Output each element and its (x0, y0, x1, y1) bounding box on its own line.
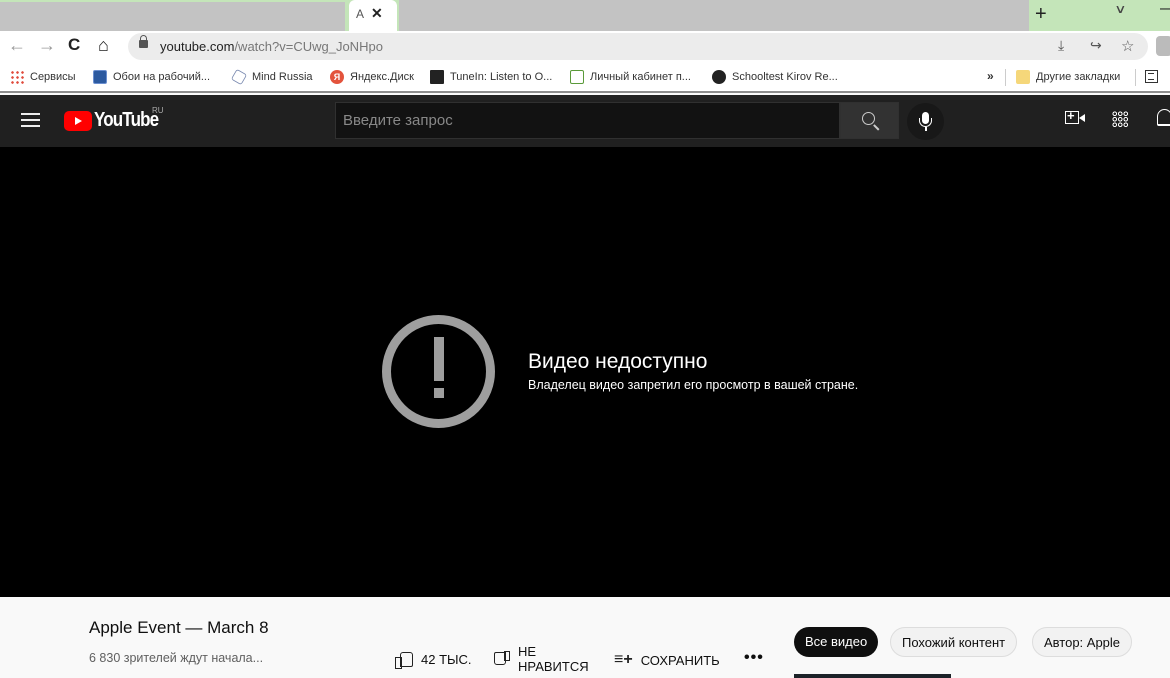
forward-arrow-icon[interactable]: → (38, 35, 56, 56)
globe-icon (712, 70, 726, 84)
other-bookmarks-label: Другие закладки (1036, 71, 1121, 83)
like-button[interactable]: 42 ТЫС. (395, 651, 472, 669)
bookmark-lk[interactable]: Личный кабинет п... (570, 70, 691, 84)
address-bar[interactable]: youtube.com/watch?v=CUwg_JoNHpo ⤓ ↪ ☆ (128, 33, 1148, 60)
bookmark-tunein[interactable]: TuneIn: Listen to O... (430, 70, 552, 84)
minimize-window-button[interactable]: — (1160, 0, 1170, 18)
bookmark-schooltest[interactable]: Schooltest Kirov Re... (712, 70, 838, 84)
thumbs-up-icon (395, 651, 413, 669)
install-app-icon[interactable]: ⤓ (1058, 37, 1064, 54)
video-player[interactable]: Видео недоступно Владелец видео запретил… (0, 147, 1170, 597)
save-label: СОХРАНИТЬ (640, 652, 720, 668)
new-tab-button[interactable]: + (1035, 3, 1047, 26)
url-text[interactable]: youtube.com/watch?v=CUwg_JoNHpo (160, 39, 383, 54)
menu-hamburger-icon[interactable] (21, 113, 40, 127)
url-path: /watch?v=CUwg_JoNHpo (234, 39, 383, 54)
reload-icon[interactable]: C (68, 35, 80, 55)
bookmark-label: Mind Russia (252, 71, 313, 83)
reading-list-icon[interactable] (1145, 70, 1158, 83)
save-button[interactable]: ≡+ СОХРАНИТЬ (614, 651, 720, 669)
apps-grid-icon[interactable] (1112, 111, 1128, 127)
close-tab-icon[interactable]: ✕ (371, 5, 383, 22)
folder-icon (1016, 70, 1030, 84)
other-bookmarks-folder[interactable]: Другие закладки (1016, 70, 1120, 84)
recommended-video-thumbnail[interactable] (794, 674, 951, 678)
bookmarks-overflow-button[interactable]: » (987, 69, 994, 83)
bookmark-star-icon[interactable]: ☆ (1121, 37, 1134, 55)
background-tab-area[interactable] (0, 2, 345, 31)
tab-search-chevron-icon[interactable]: ∨ (1114, 2, 1126, 16)
url-host: youtube.com (160, 39, 235, 54)
bookmark-label: Яндекс.Диск (350, 71, 414, 83)
youtube-header: YouTube RU (0, 95, 1170, 147)
browser-toolbar: ← → C ⌂ youtube.com/watch?v=CUwg_JoNHpo … (0, 31, 1170, 62)
search-field[interactable] (335, 102, 840, 139)
tunein-icon (430, 70, 444, 84)
error-exclamation-icon (382, 315, 495, 428)
region-code: RU (152, 106, 164, 115)
create-video-icon[interactable] (1065, 108, 1085, 124)
bookmark-label: Обои на рабочий... (113, 71, 211, 83)
thumbs-down-icon (494, 651, 510, 667)
active-tab[interactable]: A ✕ (349, 0, 397, 31)
bookmarks-bar: Сервисы Обои на рабочий... Mind Russia Я… (0, 62, 1170, 93)
bookmarks-divider (1005, 69, 1006, 86)
home-icon[interactable]: ⌂ (98, 35, 109, 56)
error-message: Владелец видео запретил его просмотр в в… (528, 378, 859, 392)
youtube-logo[interactable]: YouTube RU (64, 106, 170, 132)
lock-icon[interactable] (139, 35, 148, 48)
video-title: Apple Event — March 8 (89, 618, 269, 637)
hexagon-icon (230, 68, 248, 86)
notifications-bell-icon[interactable] (1157, 109, 1170, 126)
share-icon[interactable]: ↪ (1090, 37, 1102, 54)
bookmark-services[interactable]: Сервисы (10, 70, 76, 84)
error-title: Видео недоступно (528, 350, 708, 373)
video-info-section: Apple Event — March 8 6 830 зрителей жду… (0, 597, 1170, 678)
bookmark-yandex-disk[interactable]: Я Яндекс.Диск (330, 70, 414, 84)
yandex-icon: Я (330, 70, 344, 84)
back-arrow-icon[interactable]: ← (8, 35, 26, 56)
background-tab-area-right[interactable] (399, 0, 1029, 31)
search-icon (862, 112, 875, 125)
folder-play-icon (570, 70, 584, 84)
apps-grid-icon (10, 70, 24, 84)
like-count: 42 ТЫС. (421, 651, 472, 667)
bookmark-label: Schooltest Kirov Re... (732, 71, 838, 83)
more-actions-button[interactable]: ••• (744, 649, 764, 667)
search-input[interactable] (336, 103, 839, 138)
chip-similar-content[interactable]: Похожий контент (890, 627, 1018, 657)
monitor-icon (93, 70, 107, 84)
bookmarks-divider (1135, 69, 1136, 86)
youtube-wordmark: YouTube (94, 109, 159, 131)
youtube-play-icon (64, 110, 92, 131)
playlist-add-icon: ≡+ (614, 651, 633, 668)
bookmark-label: Сервисы (30, 71, 76, 83)
bookmark-mind-russia[interactable]: Mind Russia (230, 68, 313, 86)
bookmark-label: Личный кабинет п... (590, 71, 691, 83)
waiting-viewers: 6 830 зрителей ждут начала... (89, 651, 264, 665)
chip-all-videos[interactable]: Все видео (794, 627, 879, 657)
chip-author-apple[interactable]: Автор: Apple (1032, 627, 1133, 657)
active-tab-title: A (356, 7, 365, 21)
bookmark-oboi[interactable]: Обои на рабочий... (93, 70, 210, 84)
dislike-button[interactable]: НЕ НРАВИТСЯ (494, 644, 589, 674)
profile-avatar[interactable] (1156, 36, 1170, 56)
dislike-label: НЕ НРАВИТСЯ (518, 644, 589, 674)
search-button[interactable] (840, 102, 899, 139)
bookmark-label: TuneIn: Listen to O... (450, 71, 553, 83)
browser-tabstrip: A ✕ + ∨ — (0, 0, 1170, 31)
voice-search-button[interactable] (907, 103, 944, 140)
